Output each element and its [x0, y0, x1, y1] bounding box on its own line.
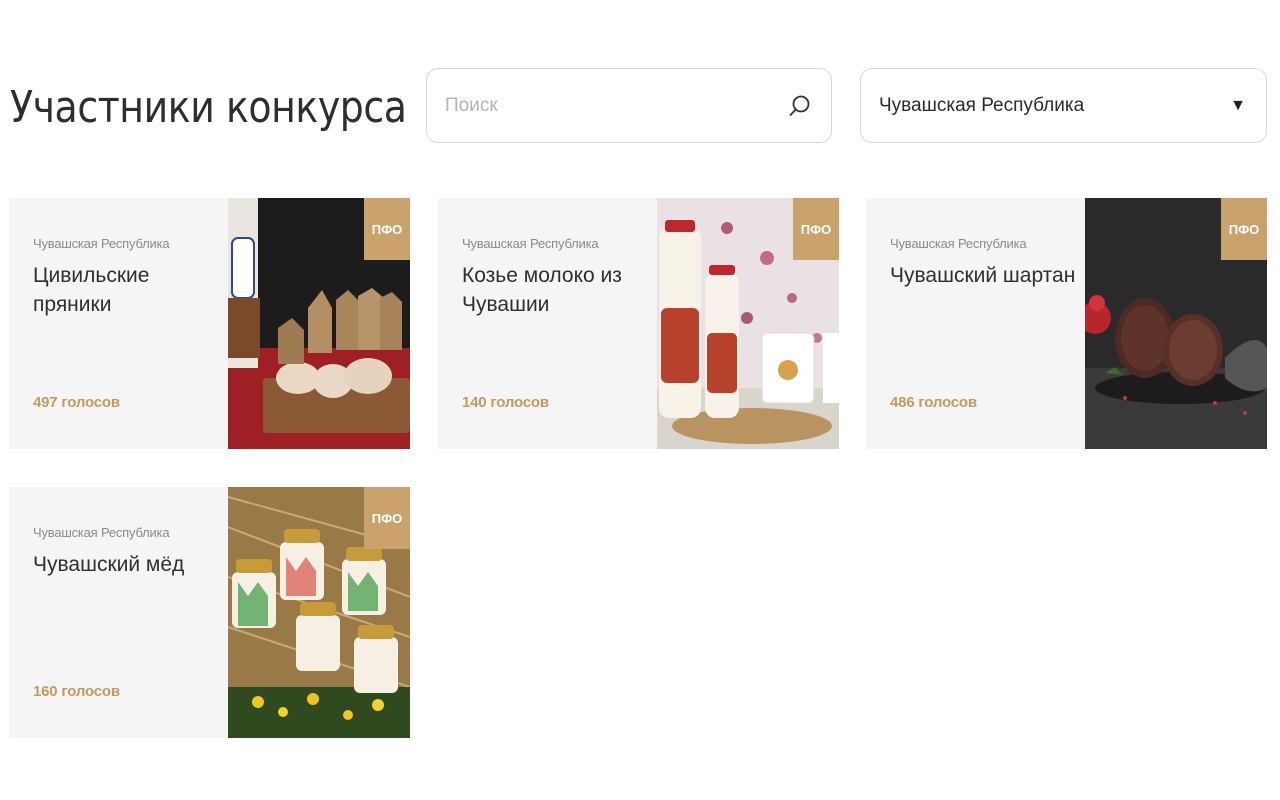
page-title: Участники конкурса	[10, 82, 407, 133]
district-badge: ПФО	[1221, 198, 1267, 260]
search-input[interactable]	[445, 94, 787, 117]
region-select[interactable]: Чувашская Республика ▼	[860, 68, 1267, 143]
card-title: Чувашский шартан	[890, 264, 1076, 287]
product-card[interactable]: Чувашская Республика Цивильские пряники …	[9, 198, 410, 449]
card-title: Козье молоко из Чувашии	[462, 264, 622, 316]
page: Участники конкурса Чувашская Республика …	[0, 0, 1280, 800]
card-photo-goat-milk: ПФО	[657, 198, 839, 449]
card-photo-gingerbread: ПФО	[228, 198, 410, 449]
product-card[interactable]: Чувашская Республика Чувашский мёд 160 г…	[9, 487, 410, 738]
card-votes: 140 голосов	[462, 394, 549, 411]
card-region: Чувашская Республика	[33, 236, 170, 251]
product-card[interactable]: Чувашская Республика Козье молоко из Чув…	[438, 198, 839, 449]
chevron-down-icon: ▼	[1230, 96, 1246, 114]
card-title: Чувашский мёд	[33, 553, 185, 576]
card-region: Чувашская Республика	[462, 236, 599, 251]
card-votes: 160 голосов	[33, 683, 120, 700]
card-votes: 497 голосов	[33, 394, 120, 411]
card-region: Чувашская Республика	[33, 525, 170, 540]
card-region: Чувашская Республика	[890, 236, 1027, 251]
card-photo-honey: ПФО	[228, 487, 410, 738]
card-title: Цивильские пряники	[33, 264, 150, 316]
district-badge: ПФО	[364, 487, 410, 549]
card-photo-shartan: ПФО	[1085, 198, 1267, 449]
search-box[interactable]	[426, 68, 832, 143]
product-card[interactable]: Чувашская Республика Чувашский шартан 48…	[866, 198, 1267, 449]
region-select-value: Чувашская Республика	[879, 94, 1085, 116]
district-badge: ПФО	[793, 198, 839, 260]
card-votes: 486 голосов	[890, 394, 977, 411]
search-icon[interactable]	[787, 93, 813, 119]
district-badge: ПФО	[364, 198, 410, 260]
